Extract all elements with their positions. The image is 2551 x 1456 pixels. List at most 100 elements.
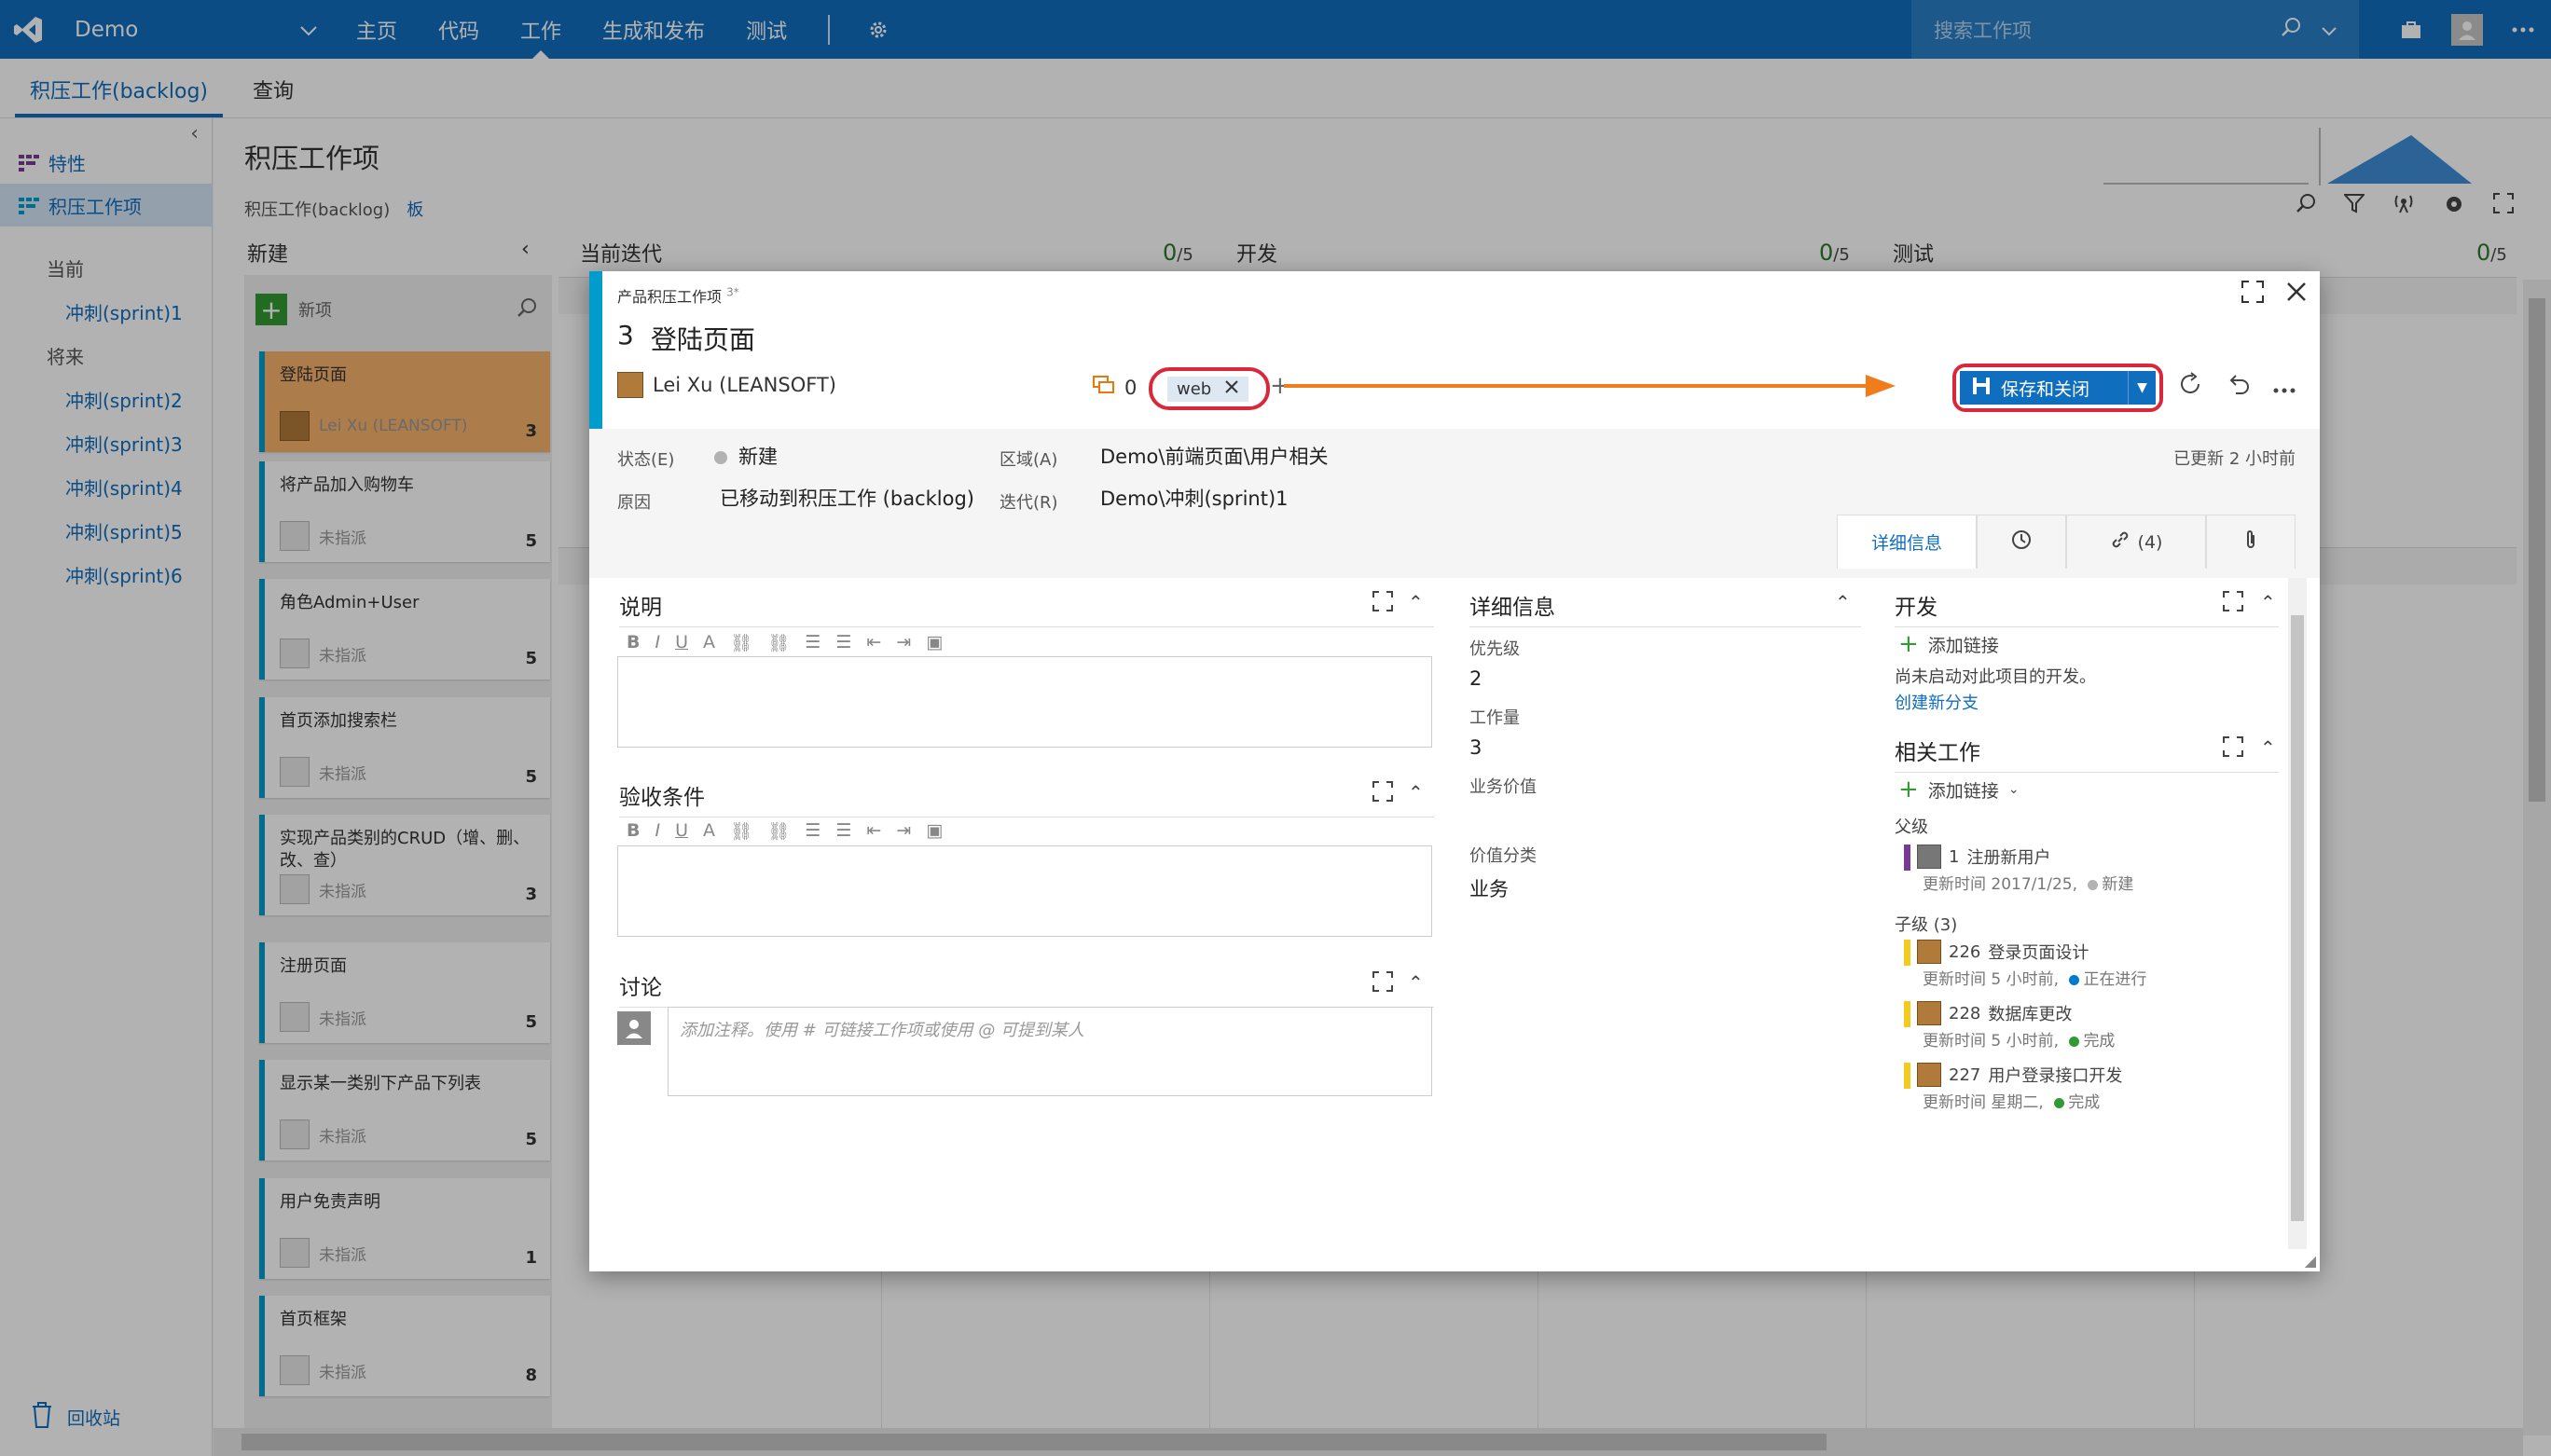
- italic-icon[interactable]: I: [655, 632, 660, 653]
- unlink-icon[interactable]: ⛓: [767, 632, 790, 653]
- value-area-field[interactable]: 业务: [1469, 874, 1509, 902]
- chevron-up-icon[interactable]: ⌃: [1408, 781, 1424, 804]
- related-item-meta: 更新时间 5 小时前, 正在进行: [1923, 970, 2147, 989]
- discussion-input[interactable]: 添加注释。使用 # 可链接工作项或使用 @ 可提到某人: [668, 1007, 1432, 1096]
- reason-field[interactable]: 已移动到积压工作 (backlog): [720, 484, 974, 512]
- work-item-type-color: [589, 271, 602, 429]
- numbered-list-icon[interactable]: ☰: [835, 820, 851, 842]
- description-editor[interactable]: [617, 656, 1432, 748]
- dialog-tabs: 详细信息 (4): [1837, 515, 2296, 569]
- description-title: 说明: [619, 596, 662, 620]
- tab-attachments[interactable]: [2206, 515, 2296, 569]
- create-branch-link[interactable]: 创建新分支: [1895, 690, 1979, 714]
- bold-icon[interactable]: B: [627, 632, 640, 653]
- section-divider: [1895, 626, 2279, 627]
- effort-field[interactable]: 3: [1469, 736, 1482, 759]
- related-item-title[interactable]: 登录页面设计: [1988, 940, 2089, 964]
- comment-count[interactable]: 0: [1093, 376, 1137, 399]
- parent-heading: 父级: [1895, 817, 1928, 837]
- image-icon[interactable]: ▣: [926, 632, 943, 653]
- italic-icon[interactable]: I: [655, 820, 660, 842]
- assigned-to[interactable]: Lei Xu (LEANSOFT): [617, 372, 836, 398]
- iteration-field[interactable]: Demo\冲刺(sprint)1: [1100, 484, 1289, 512]
- add-link-button[interactable]: + 添加链接 ⌄: [1898, 776, 2020, 804]
- related-work-item[interactable]: 227 用户登录接口开发: [1917, 1063, 2122, 1087]
- bullet-list-icon[interactable]: ☰: [805, 632, 820, 653]
- tab-links[interactable]: (4): [2066, 515, 2206, 569]
- maximize-icon[interactable]: [1372, 591, 1393, 616]
- add-link-button[interactable]: + 添加链接: [1898, 630, 1999, 658]
- last-updated[interactable]: 已更新 2 小时前: [2173, 446, 2296, 470]
- avatar: [1917, 845, 1941, 869]
- work-item-fields: 状态(E) 新建 原因 已移动到积压工作 (backlog) 区域(A) Dem…: [589, 429, 2320, 578]
- no-development-text: 尚未启动对此项目的开发。: [1895, 667, 2096, 687]
- underline-icon[interactable]: U: [675, 820, 688, 842]
- tag-web[interactable]: web: [1167, 376, 1249, 402]
- chevron-up-icon[interactable]: ⌃: [1408, 591, 1424, 613]
- priority-label: 优先级: [1469, 639, 1520, 659]
- underline-icon[interactable]: U: [675, 632, 688, 653]
- related-work-item[interactable]: 1 注册新用户: [1917, 845, 2050, 869]
- close-icon[interactable]: [2286, 281, 2307, 309]
- add-link-label: 添加链接: [1927, 635, 1999, 656]
- related-item-title[interactable]: 注册新用户: [1966, 845, 2050, 869]
- tag-label: web: [1177, 378, 1212, 399]
- indent-icon[interactable]: ⇥: [896, 632, 911, 653]
- refresh-icon[interactable]: [2178, 372, 2202, 403]
- bold-icon[interactable]: B: [627, 820, 640, 842]
- chevron-up-icon[interactable]: ⌃: [2260, 591, 2276, 613]
- maximize-icon[interactable]: [2223, 736, 2243, 762]
- work-item-title[interactable]: 3 登陆页面: [617, 320, 755, 357]
- paperclip-icon: [2243, 529, 2258, 555]
- highlight-icon[interactable]: A: [703, 632, 715, 653]
- numbered-list-icon[interactable]: ☰: [835, 632, 851, 653]
- maximize-icon[interactable]: [2241, 281, 2264, 309]
- save-icon: [1971, 376, 1992, 401]
- related-item-title[interactable]: 用户登录接口开发: [1988, 1063, 2122, 1087]
- maximize-icon[interactable]: [1372, 971, 1393, 996]
- details-title: 详细信息: [1469, 596, 1555, 620]
- plus-icon: +: [1898, 776, 1919, 804]
- avatar: [1917, 940, 1941, 964]
- outdent-icon[interactable]: ⇤: [866, 632, 881, 653]
- assignee-name: Lei Xu (LEANSOFT): [653, 374, 836, 396]
- maximize-icon[interactable]: [2223, 591, 2243, 616]
- tab-history[interactable]: [1977, 515, 2066, 569]
- related-item-status: 新建: [2102, 875, 2134, 894]
- link-icon[interactable]: ⛓: [730, 820, 752, 842]
- link-icon[interactable]: ⛓: [730, 632, 752, 653]
- save-and-close-button[interactable]: 保存和关闭: [1960, 371, 2128, 405]
- undo-icon[interactable]: [2227, 372, 2251, 403]
- unlink-icon[interactable]: ⛓: [767, 820, 790, 842]
- close-icon[interactable]: [1224, 379, 1239, 399]
- area-field[interactable]: Demo\前端页面\用户相关: [1100, 442, 1329, 470]
- chevron-up-icon[interactable]: ⌃: [1408, 971, 1424, 994]
- work-item-type: 产品积压工作项 3*: [617, 285, 739, 306]
- related-work-item[interactable]: 226 登录页面设计: [1917, 940, 2089, 964]
- related-item-title[interactable]: 数据库更改: [1988, 1001, 2072, 1025]
- save-label: 保存和关闭: [2001, 378, 2090, 400]
- more-icon[interactable]: [2273, 372, 2296, 400]
- resize-grip-icon[interactable]: ◢: [2305, 1252, 2316, 1270]
- related-item-status: 正在进行: [2083, 970, 2147, 989]
- acceptance-editor[interactable]: [617, 845, 1432, 937]
- highlight-icon[interactable]: A: [703, 820, 715, 842]
- image-icon[interactable]: ▣: [926, 820, 943, 842]
- discussion-title: 讨论: [619, 976, 662, 1000]
- indent-icon[interactable]: ⇥: [896, 820, 911, 842]
- related-work-item[interactable]: 228 数据库更改: [1917, 1001, 2072, 1025]
- priority-field[interactable]: 2: [1469, 667, 1482, 690]
- save-dropdown-button[interactable]: ▼: [2128, 371, 2156, 405]
- outdent-icon[interactable]: ⇤: [866, 820, 881, 842]
- maximize-icon[interactable]: [1372, 781, 1393, 806]
- bullet-list-icon[interactable]: ☰: [805, 820, 820, 842]
- dialog-scrollbar[interactable]: [2288, 578, 2307, 1249]
- related-item-meta: 更新时间 星期二, 完成: [1923, 1093, 2101, 1112]
- chevron-up-icon[interactable]: ⌃: [2260, 736, 2276, 759]
- work-item-title-text[interactable]: 登陆页面: [651, 320, 755, 357]
- business-value-field[interactable]: [1469, 805, 1842, 831]
- link-icon: [2110, 529, 2130, 555]
- state-field[interactable]: 新建: [714, 442, 778, 470]
- chevron-up-icon[interactable]: ⌃: [1835, 591, 1851, 613]
- tab-details[interactable]: 详细信息: [1837, 515, 1977, 569]
